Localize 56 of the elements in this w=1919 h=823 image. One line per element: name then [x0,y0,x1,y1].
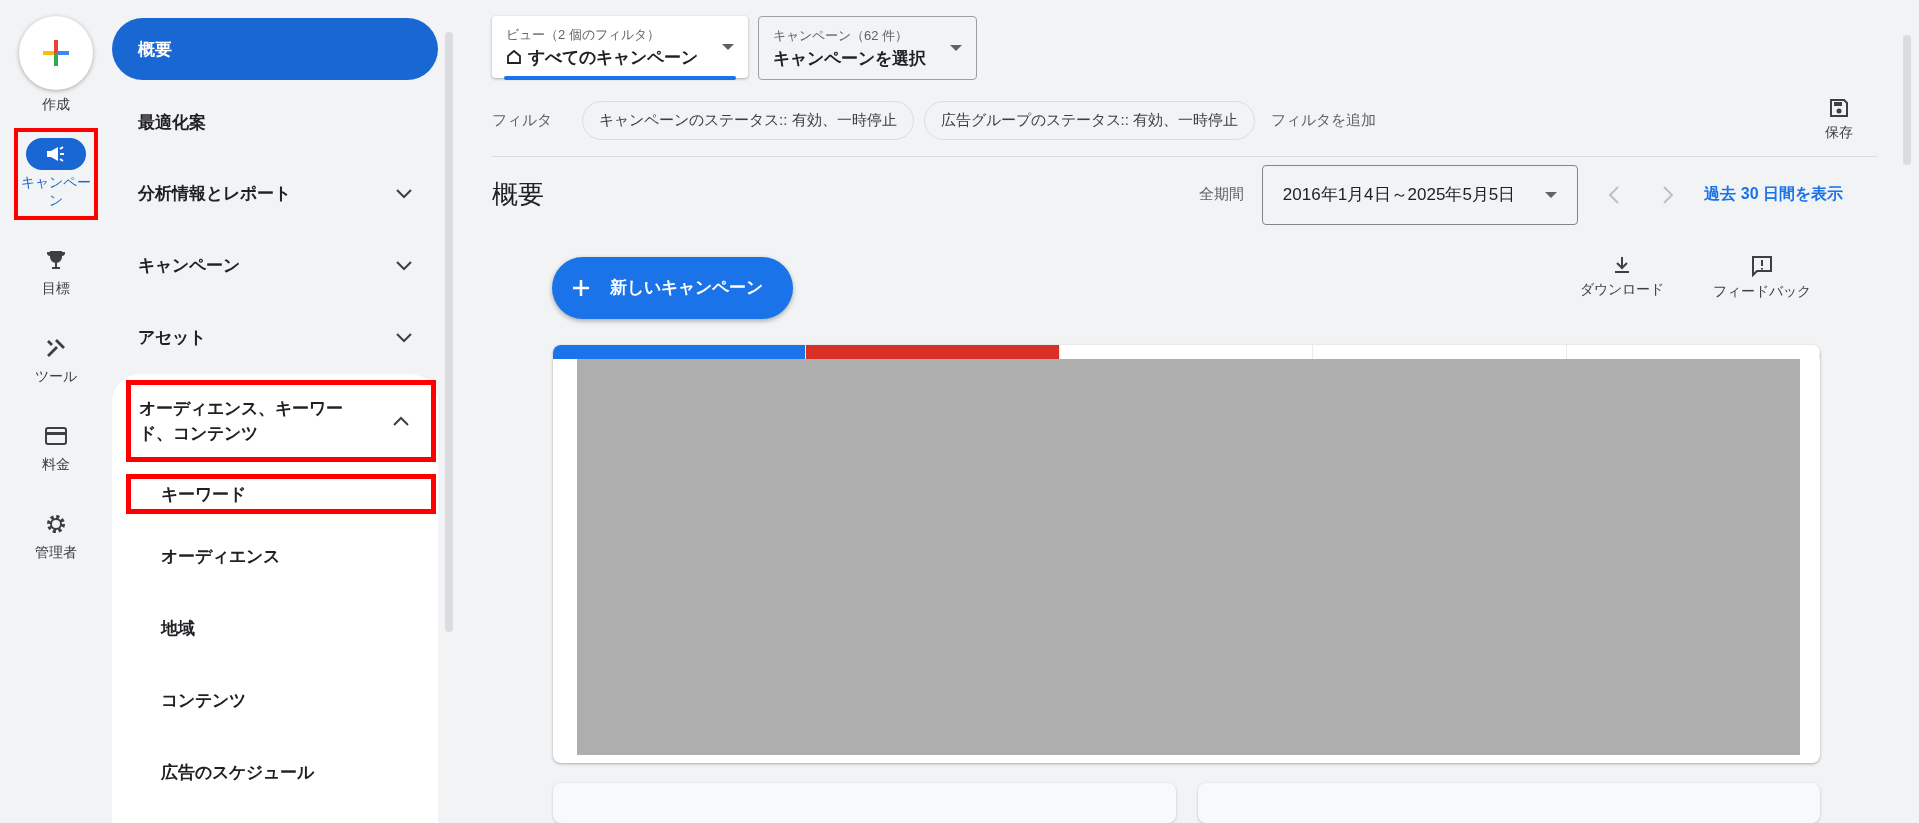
feedback-icon [1751,255,1773,277]
nav-subitem[interactable]: 地域 [112,592,438,664]
rail-item[interactable]: キャンペーン [14,128,98,220]
new-campaign-button[interactable]: 新しいキャンペーン [552,257,793,319]
chevron-icon [396,189,412,199]
create-button[interactable] [19,16,93,90]
nav-subitem[interactable]: コンテンツ [112,664,438,736]
chevron-icon [396,261,412,271]
filter-chip[interactable]: キャンペーンのステータス:: 有効、一時停止 [582,100,914,140]
chevron-right-icon[interactable] [1662,185,1675,205]
download-button[interactable]: ダウンロード [1567,251,1677,303]
nav-subitem[interactable]: キーワード [126,474,436,514]
dropdown-arrow-icon [950,45,962,51]
save-icon [1829,98,1849,118]
plus-icon [572,279,590,297]
create-label: 作成 [42,96,70,114]
nav-subitem[interactable]: オーディエンス [112,520,438,592]
settings-icon [44,512,68,536]
filter-label: フィルタ [492,110,552,130]
chevron-left-icon[interactable] [1608,185,1621,205]
save-button[interactable]: 保存 [1821,94,1857,146]
rail-item[interactable]: 料金 [14,410,98,484]
metric-tile[interactable] [806,345,1060,359]
rail-item[interactable]: 管理者 [14,498,98,572]
nav-item[interactable]: 最適化案 [112,86,438,158]
rail-item[interactable]: 目標 [14,234,98,308]
date-range-picker[interactable]: 2016年1月4日～2025年5月5日 [1261,165,1579,225]
filter-chip[interactable]: 広告グループのステータス:: 有効、一時停止 [923,100,1256,140]
chevron-icon [393,416,409,426]
download-icon [1612,255,1632,275]
add-filter-link[interactable]: フィルタを追加 [1265,110,1383,130]
nav-group[interactable]: キャンペーン [112,230,438,302]
trophy-icon [44,248,68,272]
nav-group[interactable]: オーディエンス、キーワード、コンテンツ [126,380,436,462]
chevron-icon [396,333,412,343]
period-label: 全期間 [1198,185,1244,205]
megaphone-icon [45,144,67,164]
view-dropdown[interactable]: ビュー（2 個のフィルタ） すべてのキャンペーン [492,16,748,78]
home-icon [506,49,522,65]
metric-tile[interactable] [553,345,807,359]
plus-icon [41,38,71,68]
page-title: 概要 [492,178,544,212]
feedback-button[interactable]: フィードバック [1707,251,1817,305]
metric-tile[interactable] [1313,345,1567,359]
nav-group[interactable]: 分析情報とレポート [112,158,438,230]
dropdown-arrow-icon [1545,192,1558,198]
nav-subitem[interactable]: 広告のスケジュール [112,736,438,808]
rail-item[interactable]: ツール [14,322,98,396]
recent-period-link[interactable]: 過去 30 日間を表示 [1704,184,1843,206]
metric-tile[interactable] [1059,345,1314,359]
nav-group[interactable]: アセット [112,302,438,374]
campaign-dropdown[interactable]: キャンペーン（62 件） キャンペーンを選択 [758,16,977,80]
nav-item[interactable]: 概要 [112,18,438,80]
credit-card-icon [44,424,68,448]
dropdown-arrow-icon [722,44,734,50]
metric-tile[interactable] [1566,345,1820,359]
